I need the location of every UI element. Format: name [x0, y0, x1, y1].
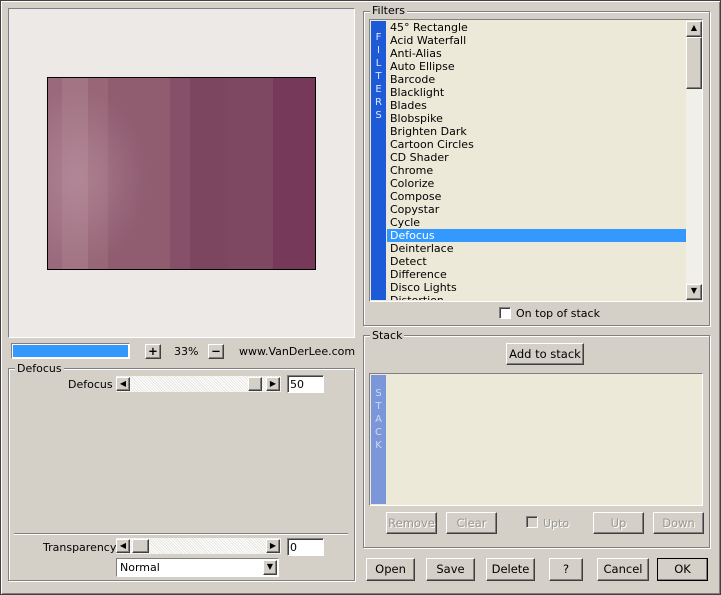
filter-list-item[interactable]: Copystar: [387, 203, 686, 216]
stack-vertical-label: STACK: [375, 388, 382, 451]
filters-group-title: Filters: [370, 4, 407, 17]
filters-scrollbar[interactable]: ▲ ▼: [686, 21, 702, 300]
upto-label: Upto: [543, 517, 570, 530]
filter-list-item[interactable]: Acid Waterfall: [387, 34, 686, 47]
filter-list-item[interactable]: Barcode: [387, 73, 686, 86]
upto-checkbox[interactable]: [526, 516, 538, 528]
down-button[interactable]: Down: [653, 512, 704, 534]
filter-list-item[interactable]: Brighten Dark: [387, 125, 686, 138]
filters-listbox[interactable]: FILTERS 45° Rectangle Acid Waterfall Anti-…: [369, 19, 703, 302]
filter-list-item[interactable]: Blobspike: [387, 112, 686, 125]
filter-list-item[interactable]: Compose: [387, 190, 686, 203]
stack-listbox[interactable]: STACK: [369, 373, 703, 506]
save-button[interactable]: Save: [426, 558, 475, 581]
preview-image[interactable]: [47, 77, 316, 270]
remove-button[interactable]: Remove: [386, 512, 437, 534]
filter-list-item[interactable]: Colorize: [387, 177, 686, 190]
filter-list-item[interactable]: 45° Rectangle: [387, 21, 686, 34]
transparency-slider[interactable]: ◀ ▶: [116, 538, 281, 554]
clear-button[interactable]: Clear: [446, 512, 497, 534]
scroll-down-arrow-icon[interactable]: ▼: [686, 284, 702, 300]
website-link[interactable]: www.VanDerLee.com: [239, 345, 355, 358]
dropdown-arrow-icon[interactable]: ▼: [263, 560, 277, 575]
up-button[interactable]: Up: [593, 512, 644, 534]
defocus-slider[interactable]: ◀ ▶: [116, 376, 281, 392]
cancel-button[interactable]: Cancel: [597, 558, 649, 581]
on-top-of-stack-label: On top of stack: [516, 307, 600, 320]
filter-list-item[interactable]: Distortion: [387, 294, 686, 300]
filters-vertical-bar: FILTERS: [371, 21, 386, 300]
zoom-in-button[interactable]: +: [145, 344, 161, 359]
filters-vertical-label: FILTERS: [375, 32, 382, 121]
slider-left-arrow-icon[interactable]: ◀: [116, 377, 130, 391]
filter-list-item[interactable]: Chrome: [387, 164, 686, 177]
stack-group-title: Stack: [370, 329, 405, 342]
defocus-param-label: Defocus: [68, 378, 113, 391]
scroll-thumb[interactable]: [686, 37, 702, 89]
delete-button[interactable]: Delete: [486, 558, 535, 581]
filter-list-item[interactable]: CD Shader: [387, 151, 686, 164]
slider-left-arrow-icon[interactable]: ◀: [116, 539, 130, 553]
ok-button[interactable]: OK: [657, 558, 708, 581]
filter-list-item[interactable]: Blades: [387, 99, 686, 112]
defocus-group-title: Defocus: [15, 362, 64, 375]
filter-list-item[interactable]: Blacklight: [387, 86, 686, 99]
filter-list-item[interactable]: Disco Lights: [387, 281, 686, 294]
scroll-up-arrow-icon[interactable]: ▲: [686, 21, 702, 37]
open-button[interactable]: Open: [366, 558, 415, 581]
zoom-level: 33%: [174, 345, 199, 358]
progress-bar: [11, 343, 130, 359]
filter-list-item[interactable]: Defocus: [387, 229, 686, 242]
slider-thumb[interactable]: [248, 377, 262, 391]
slider-right-arrow-icon[interactable]: ▶: [266, 377, 280, 391]
transparency-value-input[interactable]: [287, 538, 324, 556]
filter-list-item[interactable]: Cycle: [387, 216, 686, 229]
filter-list-item[interactable]: Auto Ellipse: [387, 60, 686, 73]
filters-list: 45° Rectangle Acid Waterfall Anti-Alias Aut…: [387, 21, 686, 300]
filter-list-item[interactable]: Anti-Alias: [387, 47, 686, 60]
transparency-label: Transparency: [43, 541, 117, 554]
filter-list-item[interactable]: Cartoon Circles: [387, 138, 686, 151]
slider-thumb[interactable]: [132, 539, 149, 553]
transparency-divider: [14, 533, 348, 535]
defocus-value-input[interactable]: [287, 375, 324, 393]
stack-vertical-bar: STACK: [371, 375, 386, 504]
slider-right-arrow-icon[interactable]: ▶: [266, 539, 280, 553]
filter-list-item[interactable]: Deinterlace: [387, 242, 686, 255]
zoom-out-button[interactable]: −: [208, 344, 224, 359]
blend-mode-select[interactable]: Normal ▼: [116, 558, 279, 577]
add-to-stack-button[interactable]: Add to stack: [506, 343, 584, 365]
blend-mode-value: Normal: [120, 561, 160, 574]
filter-list-item[interactable]: Difference: [387, 268, 686, 281]
help-button[interactable]: ?: [549, 558, 583, 581]
filter-list-item[interactable]: Detect: [387, 255, 686, 268]
on-top-of-stack-checkbox[interactable]: [499, 307, 511, 319]
preview-panel: [8, 8, 355, 338]
